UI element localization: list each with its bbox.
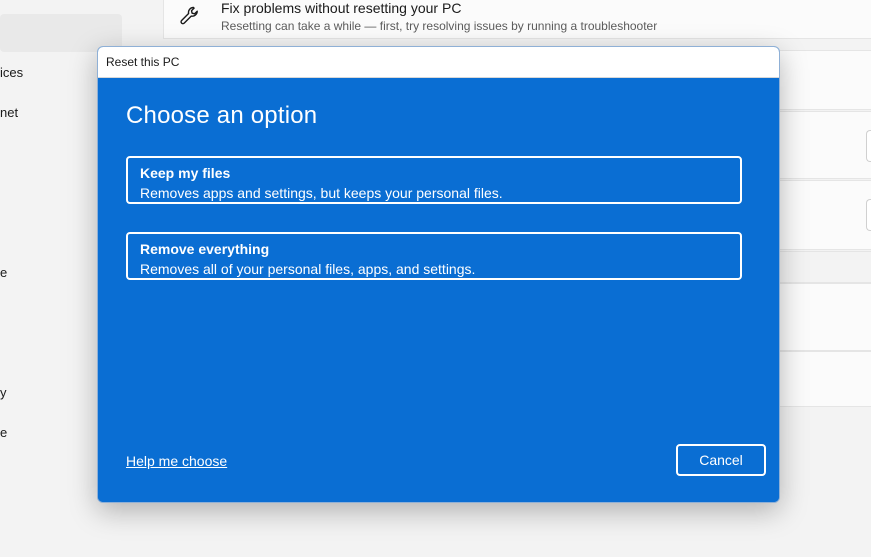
card-button-edge[interactable]	[866, 130, 871, 162]
dialog-title: Reset this PC	[106, 55, 180, 69]
sidebar-item-internet[interactable]: net	[0, 105, 18, 120]
card-button-edge[interactable]	[866, 199, 871, 231]
option-title: Keep my files	[140, 165, 231, 181]
dialog-content: Choose an option Keep my files Removes a…	[98, 78, 779, 502]
option-keep-my-files[interactable]: Keep my files Removes apps and settings,…	[126, 156, 742, 204]
sidebar-item-5[interactable]: e	[0, 265, 7, 280]
recovery-item-title: Fix problems without resetting your PC	[221, 0, 462, 16]
recovery-item-subtitle: Resetting can take a while — first, try …	[221, 19, 658, 33]
wrench-icon	[180, 6, 198, 25]
help-me-choose-link[interactable]: Help me choose	[126, 453, 227, 469]
reset-pc-dialog: Reset this PC Choose an option Keep my f…	[97, 46, 780, 503]
sidebar-item-privacy[interactable]: y	[0, 385, 7, 400]
cancel-button[interactable]: Cancel	[676, 444, 766, 476]
option-description: Removes all of your personal files, apps…	[140, 261, 476, 277]
dialog-titlebar[interactable]: Reset this PC	[98, 47, 779, 78]
option-description: Removes apps and settings, but keeps you…	[140, 185, 503, 201]
option-remove-everything[interactable]: Remove everything Removes all of your pe…	[126, 232, 742, 280]
option-title: Remove everything	[140, 241, 270, 257]
dialog-heading: Choose an option	[126, 102, 318, 129]
sidebar-item-devices[interactable]: ices	[0, 65, 23, 80]
sidebar-item-update[interactable]: e	[0, 425, 7, 440]
